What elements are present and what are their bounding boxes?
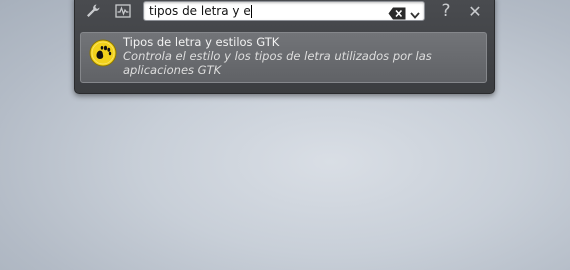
activity-monitor-icon[interactable]	[113, 0, 133, 22]
wrench-icon[interactable]	[83, 0, 103, 22]
krunner-window: ? ✕ Tipos de letra y estilos GTK Control…	[74, 0, 495, 94]
chevron-down-icon[interactable]	[409, 6, 421, 19]
result-title: Tipos de letra y estilos GTK	[123, 35, 280, 49]
search-box[interactable]	[143, 1, 425, 21]
search-input[interactable]	[149, 2, 385, 20]
text-caret	[251, 5, 252, 18]
close-icon: ✕	[468, 1, 482, 21]
help-button[interactable]: ?	[436, 0, 456, 22]
krunner-toolbar: ? ✕	[75, 0, 494, 22]
help-icon: ?	[441, 1, 451, 21]
close-button[interactable]: ✕	[465, 0, 485, 22]
clear-text-icon[interactable]	[388, 5, 406, 20]
gnome-foot-icon	[89, 39, 117, 67]
result-description: Controla el estilo y los tipos de letra …	[123, 49, 432, 77]
result-item[interactable]: Tipos de letra y estilos GTK Controla el…	[80, 32, 487, 83]
